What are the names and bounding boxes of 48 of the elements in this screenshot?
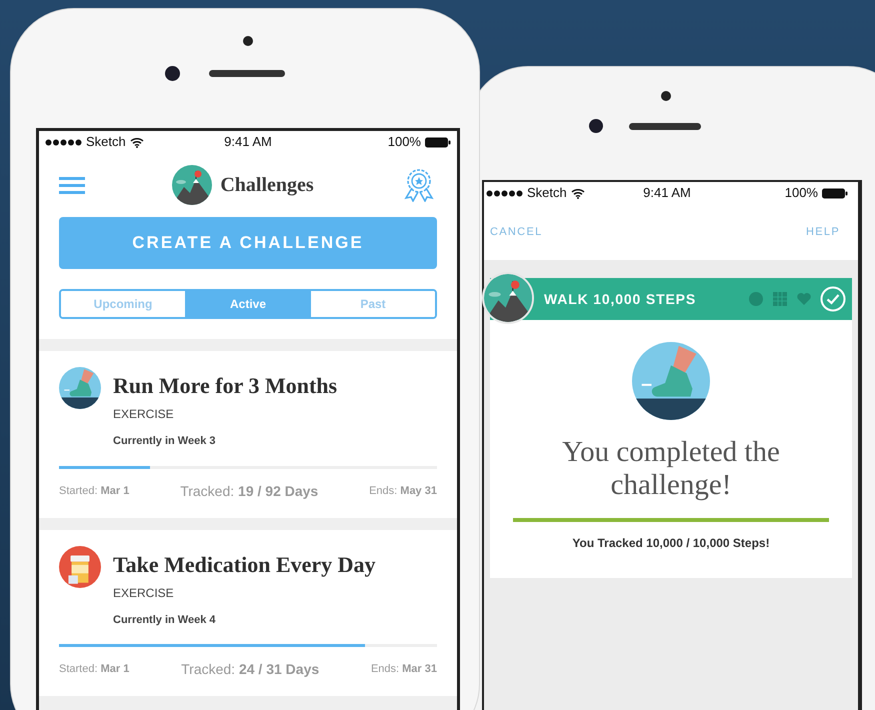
create-challenge-button[interactable]: CREATE A CHALLENGE — [59, 217, 437, 269]
signal-icon — [486, 190, 523, 196]
calendar-grid-icon[interactable] — [772, 291, 788, 307]
challenge-title: WALK 10,000 STEPS — [544, 290, 697, 308]
screen-title: Challenges — [220, 173, 314, 198]
tracked-summary: You Tracked 10,000 / 10,000 Steps! — [572, 535, 770, 552]
speaker-grille — [629, 123, 701, 130]
battery-icon — [822, 188, 848, 198]
completion-message: You completed the challenge! — [561, 436, 781, 502]
cancel-link[interactable]: CANCEL — [490, 224, 543, 240]
sensor-icon — [589, 119, 603, 133]
signal-icon — [45, 138, 82, 146]
wifi-icon — [570, 188, 585, 198]
shoe-icon — [59, 367, 101, 409]
camera-icon — [661, 91, 671, 101]
week-label: Currently in Week 3 — [113, 434, 216, 449]
battery-icon — [424, 136, 451, 148]
pill-bottle-icon — [59, 546, 101, 588]
start-date: Started: Mar 1 — [59, 662, 130, 678]
sensor-icon — [165, 66, 180, 81]
heart-icon[interactable] — [796, 291, 812, 307]
checkmark-circle-icon — [820, 286, 846, 312]
challenge-card[interactable]: Run More for 3 Months EXERCISE Currently in Week 3 Started: Mar 1 Tracked: 19 / 92 Days Ends: May 31 — [39, 351, 457, 518]
challenge-card[interactable]: Take Medication Every Day EXERCISE Currently in Week 4 Started: Mar 1 Tracked: 24 / 31 Days Ends: Mar 31 — [39, 530, 457, 696]
wifi-icon — [130, 136, 144, 148]
clock-time: 9:41 AM — [224, 133, 272, 152]
menu-icon[interactable] — [59, 176, 85, 194]
battery-percent: 100% — [388, 133, 421, 152]
category-label: EXERCISE — [113, 584, 175, 602]
challenge-title: Take Medication Every Day — [113, 552, 376, 578]
dot-icon[interactable] — [748, 291, 764, 307]
segment-tab[interactable]: Active — [185, 291, 310, 317]
help-link[interactable]: HELP — [806, 224, 840, 240]
challenge-title: Run More for 3 Months — [113, 373, 338, 399]
clock-time: 9:41 AM — [643, 184, 691, 202]
start-date: Started: Mar 1 — [59, 484, 130, 499]
tracked-count: Tracked: 24 / 31 Days — [181, 660, 320, 679]
end-date: Ends: May 31 — [369, 484, 437, 499]
mountain-logo-icon — [172, 165, 212, 205]
carrier-name: Sketch — [86, 133, 126, 152]
segment-tab[interactable]: Past — [310, 291, 435, 317]
camera-icon — [243, 36, 253, 46]
category-label: EXERCISE — [113, 406, 175, 423]
week-label: Currently in Week 4 — [113, 612, 216, 628]
tracked-count: Tracked: 19 / 92 Days — [180, 482, 318, 501]
end-date: Ends: Mar 31 — [370, 662, 437, 678]
battery-percent: 100% — [784, 184, 818, 202]
carrier-name: Sketch — [527, 184, 567, 202]
